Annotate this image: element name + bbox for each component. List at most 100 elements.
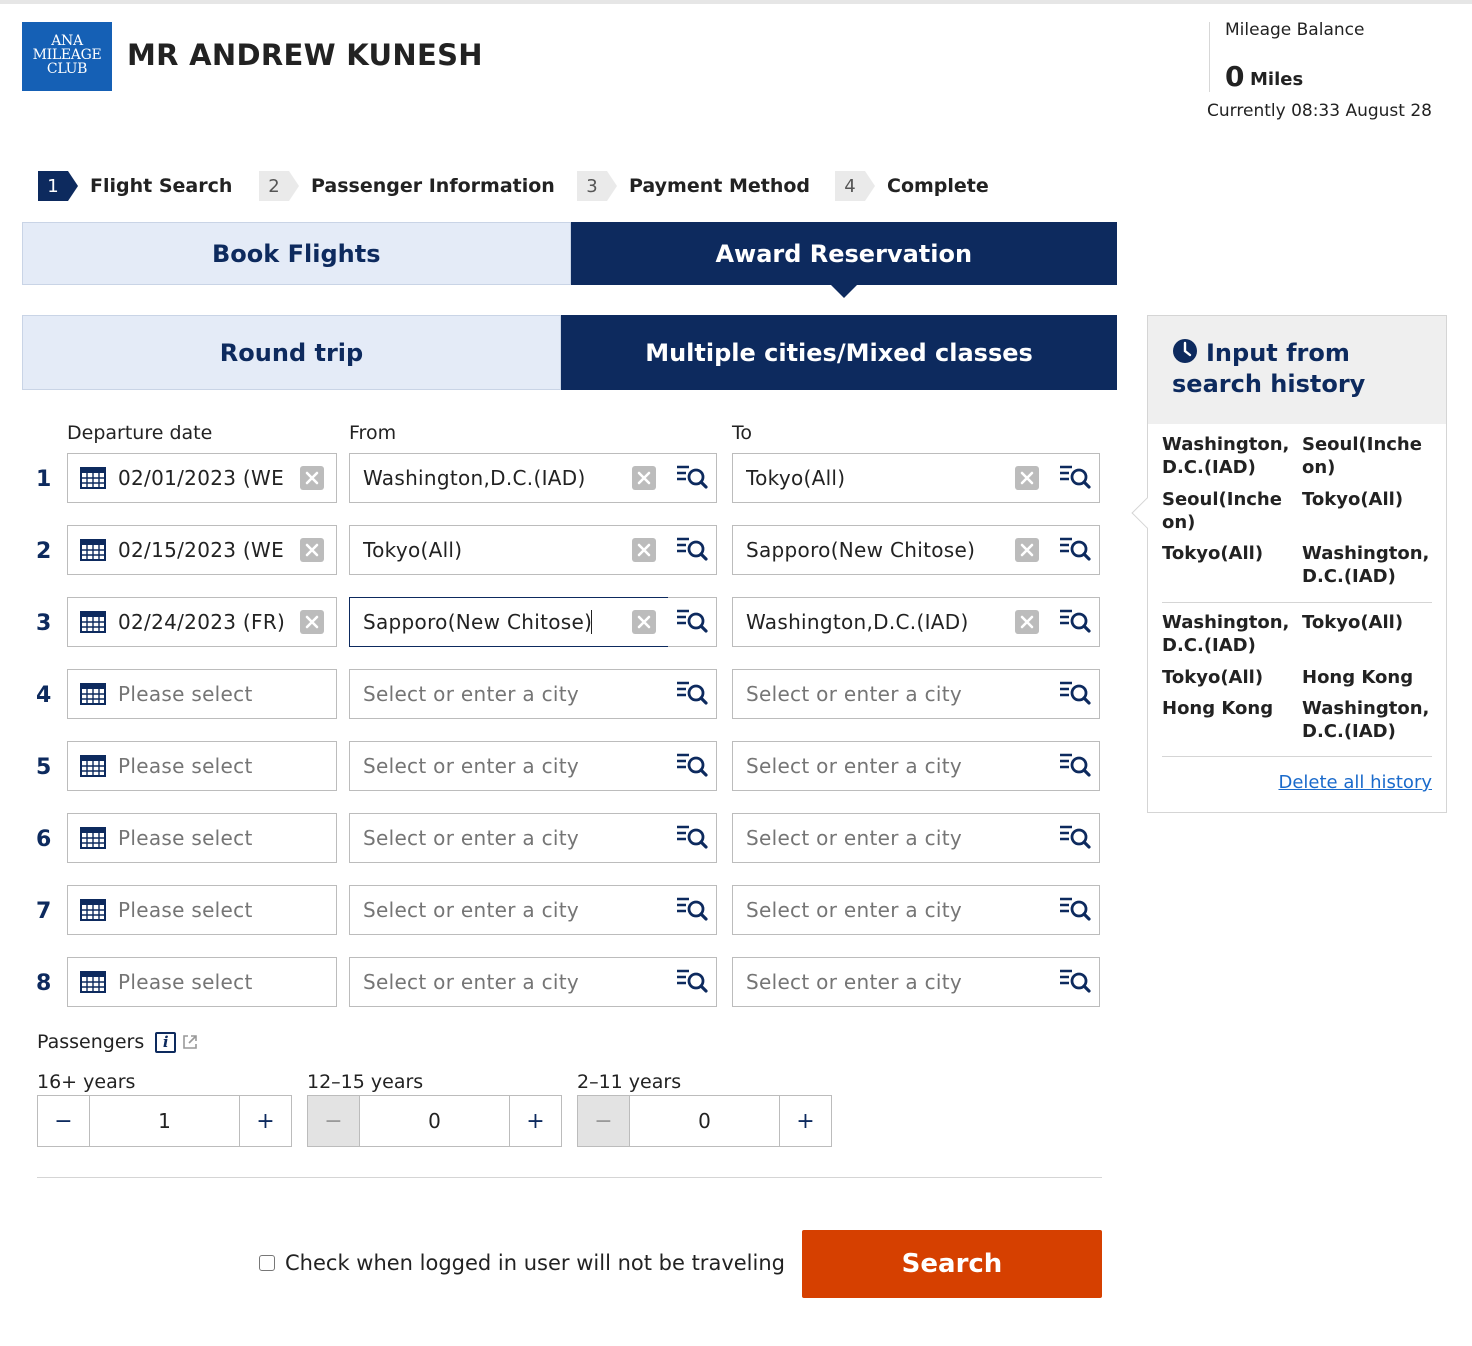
clear-from-button[interactable]	[632, 538, 656, 562]
search-button[interactable]: Search	[802, 1230, 1102, 1298]
departure-date-value: Please select	[118, 826, 253, 850]
departure-date-field[interactable]: 02/24/2023 (FR)	[67, 597, 337, 647]
from-city-search-button[interactable]	[668, 597, 717, 647]
from-city-search-button[interactable]	[668, 453, 717, 503]
to-city-input[interactable]: Select or enter a city	[732, 669, 1052, 719]
decrease-button[interactable]: −	[308, 1096, 359, 1146]
segment-row: 2 02/15/2023 (WE Tokyo(All) Sapporo(New Chi…	[0, 525, 1120, 575]
to-city-search-button[interactable]	[1051, 669, 1100, 719]
tab-round-trip[interactable]: Round trip	[22, 315, 561, 390]
from-city-input[interactable]: Sapporo(New Chitose)	[349, 597, 669, 647]
to-city-input[interactable]: Select or enter a city	[732, 741, 1052, 791]
clear-date-button[interactable]	[300, 538, 324, 562]
from-city-search-button[interactable]	[668, 957, 717, 1007]
delete-all-history-link[interactable]: Delete all history	[1278, 772, 1432, 793]
calendar-icon[interactable]	[80, 683, 106, 705]
to-city-value: Select or enter a city	[746, 898, 963, 922]
departure-date-field[interactable]: Please select	[67, 957, 337, 1007]
departure-date-field[interactable]: Please select	[67, 669, 337, 719]
calendar-icon[interactable]	[80, 467, 106, 489]
from-column-label: From	[349, 422, 397, 444]
list-search-icon	[1058, 967, 1092, 997]
list-search-icon	[1058, 751, 1092, 781]
to-city-search-button[interactable]	[1051, 813, 1100, 863]
departure-date-field[interactable]: 02/15/2023 (WE	[67, 525, 337, 575]
from-city-input[interactable]: Select or enter a city	[349, 957, 669, 1007]
clear-date-button[interactable]	[300, 610, 324, 634]
departure-date-value: Please select	[118, 898, 253, 922]
search-history-header: Input from search history	[1148, 316, 1446, 424]
from-city-search-button[interactable]	[668, 885, 717, 935]
list-search-icon	[675, 751, 709, 781]
list-search-icon	[1058, 895, 1092, 925]
from-city-input[interactable]: Washington,D.C.(IAD)	[349, 453, 669, 503]
tab-multiple-cities[interactable]: Multiple cities/Mixed classes	[561, 315, 1117, 390]
increase-button[interactable]: +	[240, 1096, 291, 1146]
calendar-icon[interactable]	[80, 539, 106, 561]
history-to: Washington, D.C.(IAD)	[1302, 698, 1430, 742]
to-city-search-button[interactable]	[1051, 525, 1100, 575]
not-traveling-option[interactable]: Check when logged in user will not be tr…	[259, 1251, 785, 1275]
clear-to-button[interactable]	[1015, 610, 1039, 634]
search-history-panel: Input from search history Washington, D.…	[1131, 315, 1447, 813]
calendar-icon[interactable]	[80, 899, 106, 921]
to-city-search-button[interactable]	[1051, 453, 1100, 503]
from-city-search-button[interactable]	[668, 813, 717, 863]
info-icon[interactable]: i	[155, 1031, 177, 1053]
clear-from-button[interactable]	[632, 610, 656, 634]
decrease-button[interactable]: −	[38, 1096, 89, 1146]
passenger-count-value[interactable]: 1	[89, 1096, 240, 1146]
to-city-value: Select or enter a city	[746, 754, 963, 778]
increase-button[interactable]: +	[510, 1096, 561, 1146]
from-city-input[interactable]: Tokyo(All)	[349, 525, 669, 575]
to-city-input[interactable]: Select or enter a city	[732, 885, 1052, 935]
step-passenger-information: 2 Passenger Information	[259, 171, 555, 201]
from-city-value: Select or enter a city	[363, 826, 580, 850]
not-traveling-checkbox[interactable]	[259, 1255, 275, 1271]
departure-date-field[interactable]: Please select	[67, 813, 337, 863]
to-city-search-button[interactable]	[1051, 957, 1100, 1007]
from-city-search-button[interactable]	[668, 669, 717, 719]
to-city-search-button[interactable]	[1051, 597, 1100, 647]
from-city-input[interactable]: Select or enter a city	[349, 669, 669, 719]
from-city-input[interactable]: Select or enter a city	[349, 741, 669, 791]
clear-date-button[interactable]	[300, 466, 324, 490]
calendar-icon[interactable]	[80, 611, 106, 633]
from-city-search-button[interactable]	[668, 741, 717, 791]
to-city-input[interactable]: Tokyo(All)	[732, 453, 1052, 503]
mileage-balance-label: Mileage Balance	[1225, 20, 1365, 40]
clear-to-button[interactable]	[1015, 466, 1039, 490]
decrease-button[interactable]: −	[578, 1096, 629, 1146]
departure-date-field[interactable]: 02/01/2023 (WE	[67, 453, 337, 503]
to-city-input[interactable]: Select or enter a city	[732, 957, 1052, 1007]
segment-row: 5 Please select Select or enter a city Sele…	[0, 741, 1120, 791]
from-city-input[interactable]: Select or enter a city	[349, 885, 669, 935]
logo-line: MILEAGE	[32, 47, 102, 63]
to-city-search-button[interactable]	[1051, 741, 1100, 791]
logo-line: ANA	[51, 33, 83, 49]
to-city-input[interactable]: Sapporo(New Chitose)	[732, 525, 1052, 575]
from-city-search-button[interactable]	[668, 525, 717, 575]
to-city-search-button[interactable]	[1051, 885, 1100, 935]
departure-date-value: Please select	[118, 754, 253, 778]
clear-to-button[interactable]	[1015, 538, 1039, 562]
increase-button[interactable]: +	[780, 1096, 831, 1146]
tab-award-reservation[interactable]: Award Reservation	[570, 222, 1117, 298]
external-link-icon[interactable]	[182, 1034, 198, 1050]
from-city-value: Select or enter a city	[363, 970, 580, 994]
departure-date-field[interactable]: Please select	[67, 885, 337, 935]
segment-number: 3	[36, 611, 52, 636]
passenger-count-value[interactable]: 0	[359, 1096, 510, 1146]
to-city-input[interactable]: Washington,D.C.(IAD)	[732, 597, 1052, 647]
from-city-input[interactable]: Select or enter a city	[349, 813, 669, 863]
clear-from-button[interactable]	[632, 466, 656, 490]
departure-date-field[interactable]: Please select	[67, 741, 337, 791]
passenger-count-value[interactable]: 0	[629, 1096, 780, 1146]
calendar-icon[interactable]	[80, 971, 106, 993]
calendar-icon[interactable]	[80, 827, 106, 849]
to-city-input[interactable]: Select or enter a city	[732, 813, 1052, 863]
tab-book-flights[interactable]: Book Flights	[22, 222, 571, 285]
segment-number: 7	[36, 899, 52, 924]
calendar-icon[interactable]	[80, 755, 106, 777]
passenger-count-stepper: −1 +	[37, 1095, 292, 1147]
